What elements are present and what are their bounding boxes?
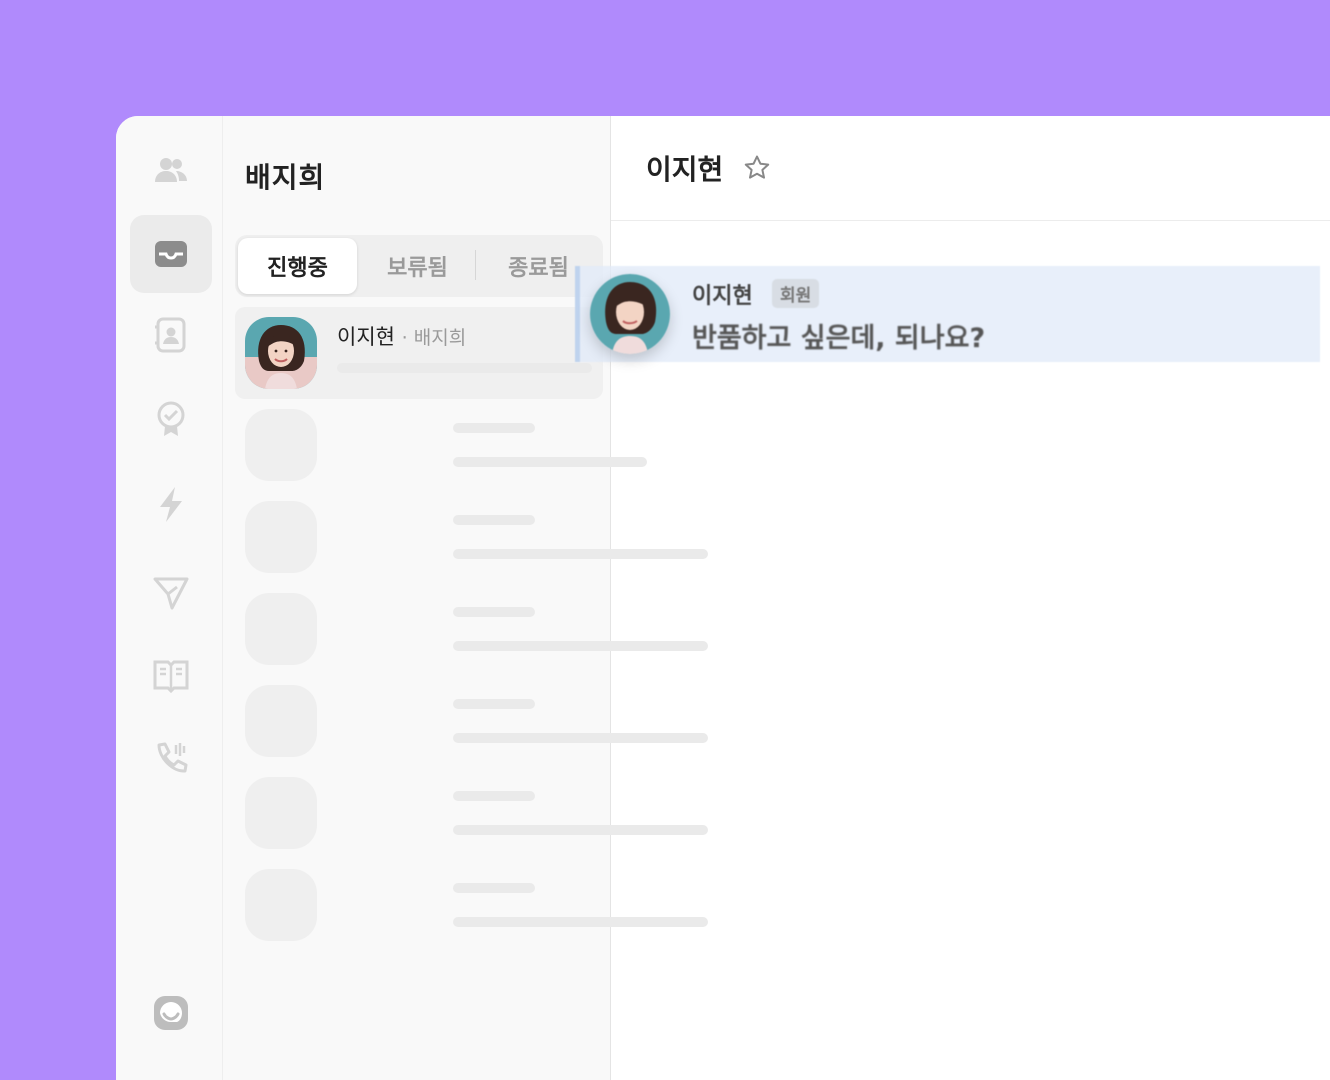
icon-sidebar: [116, 116, 223, 1080]
title-placeholder: [453, 515, 535, 525]
tab-divider: [475, 250, 476, 280]
assignee-name: · 배지희: [401, 327, 467, 349]
contact-name: 이지현: [337, 325, 395, 349]
avatar-placeholder: [245, 869, 317, 941]
conversation-title: 이지현: [646, 153, 724, 186]
preview-placeholder: [337, 363, 592, 373]
list-item[interactable]: 이지현 · 배지희: [235, 307, 603, 399]
people-icon[interactable]: [130, 132, 212, 210]
preview-placeholder: [453, 917, 708, 927]
app-window: 배지희 진행중 보류됨 종료됨 이지현 · 배지희 이지현: [116, 116, 1330, 1080]
avatar-placeholder: [245, 685, 317, 757]
title-placeholder: [453, 699, 535, 709]
conversation-header: 이지현: [611, 116, 1330, 221]
send-icon[interactable]: [130, 554, 212, 632]
book-icon[interactable]: [130, 636, 212, 714]
lightning-icon[interactable]: [130, 465, 212, 543]
chat-list-title: 배지희: [245, 161, 326, 194]
tab-in-progress[interactable]: 진행중: [238, 238, 357, 294]
inbox-icon[interactable]: [130, 215, 212, 293]
avatar-placeholder: [245, 409, 317, 481]
list-item-title: 이지현 · 배지희: [337, 321, 466, 351]
title-placeholder: [453, 883, 535, 893]
badge-icon[interactable]: [130, 380, 212, 458]
avatar: [590, 274, 670, 354]
avatar-placeholder: [245, 501, 317, 573]
preview-placeholder: [453, 733, 708, 743]
preview-placeholder: [453, 641, 708, 651]
avatar-placeholder: [245, 593, 317, 665]
member-badge: 회원: [772, 279, 820, 308]
contact-card-icon[interactable]: [130, 296, 212, 374]
preview-placeholder: [453, 457, 647, 467]
title-placeholder: [453, 791, 535, 801]
avatar: [245, 317, 317, 389]
preview-placeholder: [453, 825, 708, 835]
title-placeholder: [453, 423, 535, 433]
preview-placeholder: [453, 549, 708, 559]
message-sender: 이지현: [692, 284, 753, 309]
avatar-placeholder: [245, 777, 317, 849]
tab-on-hold[interactable]: 보류됨: [358, 238, 477, 294]
phone-icon[interactable]: [130, 720, 212, 798]
star-icon[interactable]: [743, 154, 771, 182]
title-placeholder: [453, 607, 535, 617]
chat-logo-icon[interactable]: [130, 974, 212, 1052]
status-tabs: 진행중 보류됨 종료됨: [235, 235, 603, 297]
message-text: 반품하고 싶은데, 되나요?: [692, 323, 986, 354]
chat-list-panel: 배지희 진행중 보류됨 종료됨 이지현 · 배지희: [223, 116, 708, 1080]
